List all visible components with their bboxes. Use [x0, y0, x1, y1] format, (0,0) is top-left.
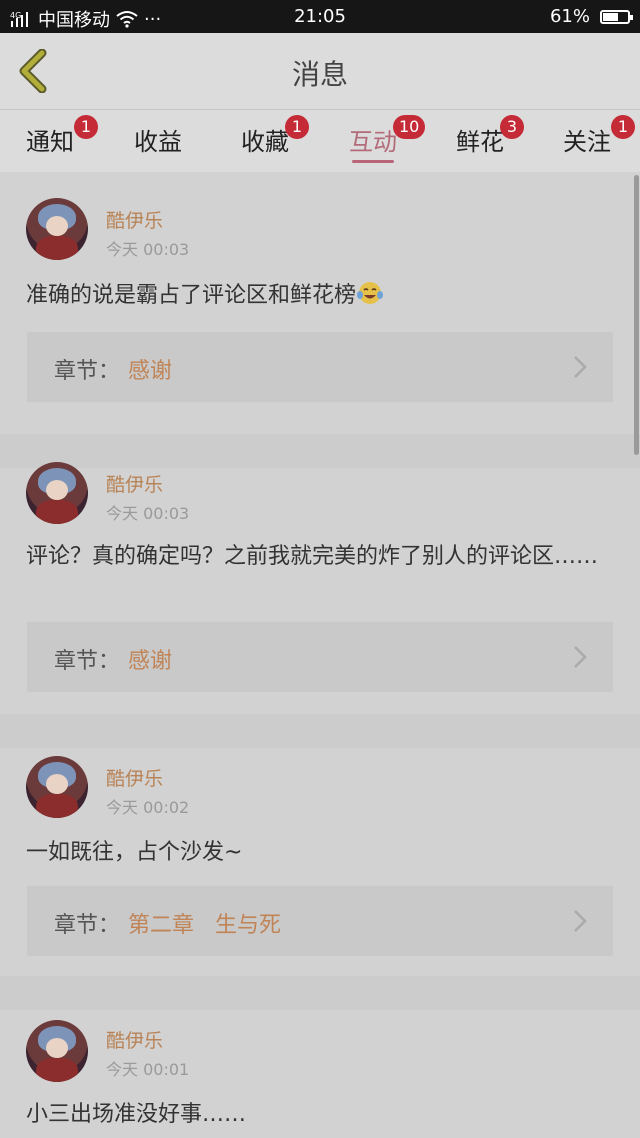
card-divider — [0, 434, 640, 468]
message-text: 准确的说是霸占了评论区和鲜花榜 — [26, 280, 612, 311]
timestamp: 今天 00:03 — [106, 504, 190, 523]
active-tab-indicator — [352, 160, 394, 163]
tab-label: 收藏 — [241, 128, 289, 156]
unread-badge: 1 — [285, 115, 309, 139]
tab-flowers[interactable]: 鲜花 3 — [456, 115, 524, 157]
chapter-link[interactable]: 章节： 第二章 生与死 — [27, 886, 613, 956]
tab-label: 互动 — [349, 128, 397, 156]
chevron-right-icon — [574, 646, 587, 668]
avatar[interactable] — [26, 756, 88, 818]
tab-label: 收益 — [134, 128, 182, 156]
unread-badge: 1 — [74, 115, 98, 139]
chapter-name: 感谢 — [128, 649, 173, 674]
chapter-link[interactable]: 章节： 感谢 — [27, 622, 613, 692]
timestamp: 今天 00:02 — [106, 798, 190, 817]
status-bar: 4G 中国移动 ··· 21:05 61% — [0, 0, 640, 33]
clock: 21:05 — [294, 6, 346, 27]
message-text-body: 准确的说是霸占了评论区和鲜花榜 — [26, 283, 357, 308]
battery-percent: 61% — [549, 6, 590, 27]
unread-badge: 10 — [393, 115, 426, 139]
avatar[interactable] — [26, 198, 88, 260]
message-card: 酷伊乐 今天 00:03 准确的说是霸占了评论区和鲜花榜 章节： 感谢 — [0, 172, 640, 434]
tab-following[interactable]: 关注 1 — [563, 115, 635, 157]
scrollbar[interactable] — [634, 175, 639, 455]
timestamp: 今天 00:01 — [106, 1060, 190, 1079]
laughing-crying-emoji-icon — [357, 282, 384, 304]
unread-badge: 1 — [611, 115, 635, 139]
timestamp: 今天 00:03 — [106, 240, 190, 259]
avatar[interactable] — [26, 462, 88, 524]
battery-level-fill — [603, 12, 618, 21]
tab-label: 通知 — [26, 128, 74, 156]
chevron-right-icon — [574, 356, 587, 378]
chapter-label: 章节： — [54, 359, 121, 384]
message-card: 酷伊乐 今天 00:02 一如既往，占个沙发~ 章节： 第二章 生与死 — [0, 748, 640, 976]
tab-interactions[interactable]: 互动 10 — [349, 115, 426, 163]
chapter-label: 章节： — [54, 649, 121, 674]
username[interactable]: 酷伊乐 — [106, 206, 163, 233]
tab-favorites[interactable]: 收藏 1 — [241, 115, 309, 157]
message-card: 酷伊乐 今天 00:03 评论？真的确定吗？之前我就完美的炸了别人的评论区…… … — [0, 462, 640, 714]
chapter-link[interactable]: 章节： 感谢 — [27, 332, 613, 402]
nav-bar: 消息 — [0, 33, 640, 110]
chapter-name: 第二章 生与死 — [128, 913, 281, 938]
message-text: 评论？真的确定吗？之前我就完美的炸了别人的评论区…… — [26, 544, 599, 569]
status-right: 61% — [549, 6, 633, 27]
card-divider — [0, 976, 640, 1010]
tab-earnings[interactable]: 收益 — [134, 122, 182, 157]
tab-label: 关注 — [563, 128, 611, 156]
tab-label: 鲜花 — [456, 128, 504, 156]
avatar[interactable] — [26, 1020, 88, 1082]
tab-notifications[interactable]: 通知 1 — [26, 115, 98, 157]
chapter-label: 章节： — [54, 913, 121, 938]
card-divider — [0, 714, 640, 748]
chevron-right-icon — [574, 910, 587, 932]
message-card: 酷伊乐 今天 00:01 小三出场准没好事…… — [0, 1010, 640, 1138]
unread-badge: 3 — [500, 115, 524, 139]
chapter-name: 感谢 — [128, 359, 173, 384]
username[interactable]: 酷伊乐 — [106, 764, 163, 791]
message-text: 一如既往，占个沙发~ — [26, 840, 243, 865]
username[interactable]: 酷伊乐 — [106, 470, 163, 497]
username[interactable]: 酷伊乐 — [106, 1026, 163, 1053]
page-title: 消息 — [291, 58, 348, 91]
message-text: 小三出场准没好事…… — [26, 1102, 247, 1127]
battery-icon — [600, 9, 633, 24]
tab-bar: 通知 1 收益 收藏 1 互动 10 鲜花 3 关注 1 — [0, 110, 640, 172]
